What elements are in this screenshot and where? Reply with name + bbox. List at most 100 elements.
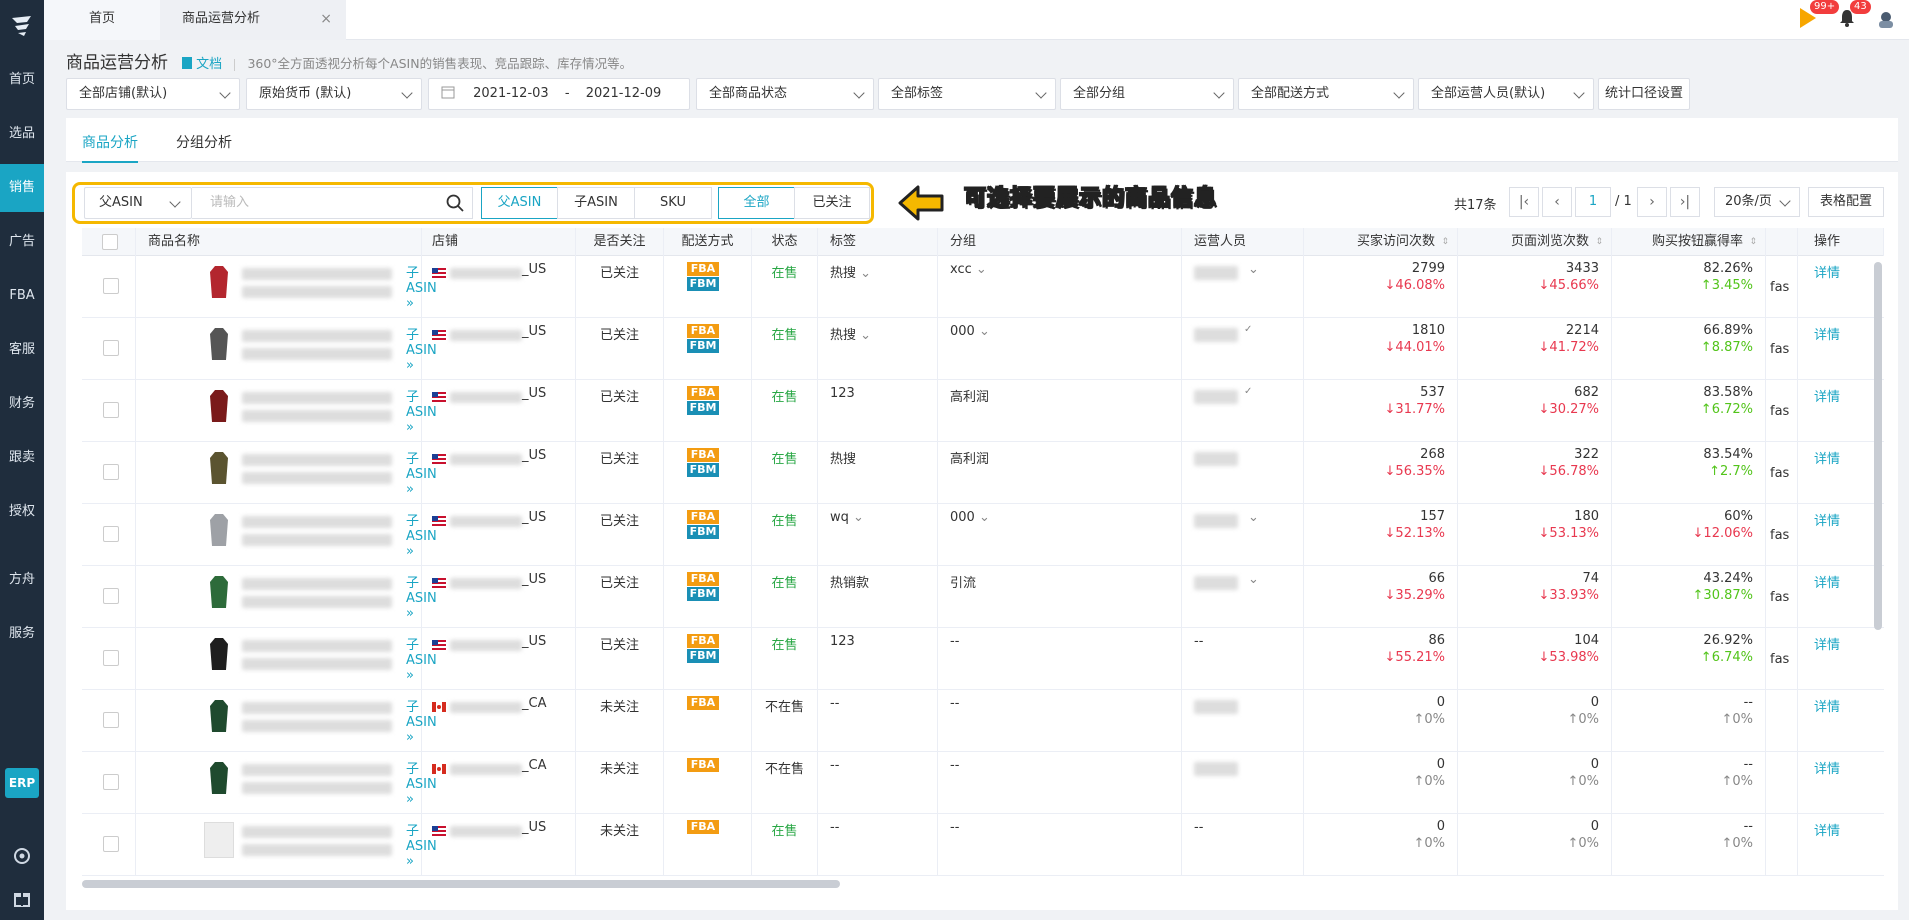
- group-cell[interactable]: 000 ⌄: [938, 318, 1182, 380]
- product-title-blurred[interactable]: [242, 764, 392, 776]
- row-checkbox[interactable]: [103, 774, 119, 790]
- prev-page-icon[interactable]: ‹: [1542, 187, 1572, 217]
- row-checkbox[interactable]: [103, 712, 119, 728]
- row-checkbox[interactable]: [103, 402, 119, 418]
- sidebar-item-0[interactable]: 首页: [0, 56, 44, 104]
- page-size-select[interactable]: 20条/页: [1714, 187, 1800, 217]
- doc-link[interactable]: 文档: [182, 54, 222, 76]
- level-sku-button[interactable]: SKU: [634, 187, 712, 219]
- product-title-blurred[interactable]: [242, 268, 392, 280]
- sort-icon[interactable]: ⇕: [1749, 228, 1757, 256]
- detail-link[interactable]: 详情: [1814, 266, 1840, 281]
- sidebar-item-10[interactable]: 服务: [0, 610, 44, 658]
- detail-link[interactable]: 详情: [1814, 576, 1840, 591]
- select-all-checkbox[interactable]: [102, 234, 118, 250]
- operator-cell[interactable]: [1182, 690, 1304, 752]
- chevron-down-icon[interactable]: ⌄: [856, 266, 871, 281]
- product-title-blurred[interactable]: [242, 392, 392, 404]
- tag-cell[interactable]: 热搜 ⌄: [818, 318, 938, 380]
- date-start[interactable]: 2021-12-03: [473, 86, 549, 101]
- tab-home[interactable]: 首页: [44, 0, 160, 40]
- chevron-down-icon[interactable]: ⌄: [972, 262, 987, 277]
- product-title-blurred[interactable]: [242, 826, 392, 838]
- sidebar-item-5[interactable]: 客服: [0, 326, 44, 374]
- tag-filter[interactable]: 全部标签: [878, 78, 1056, 110]
- operator-cell[interactable]: ⌄: [1182, 504, 1304, 566]
- chevron-down-icon[interactable]: ⌄: [856, 328, 871, 343]
- col-views[interactable]: 页面浏览次数 ⇕: [1458, 228, 1612, 256]
- chevron-down-icon[interactable]: ⌄: [849, 510, 864, 525]
- product-title-blurred[interactable]: [242, 516, 392, 528]
- follow-all-button[interactable]: 全部: [718, 187, 795, 219]
- close-icon[interactable]: ×: [320, 0, 332, 38]
- operator-cell[interactable]: [1182, 442, 1304, 504]
- product-thumbnail[interactable]: [204, 450, 234, 486]
- app-logo-icon[interactable]: [9, 14, 35, 38]
- row-checkbox[interactable]: [103, 588, 119, 604]
- detail-link[interactable]: 详情: [1814, 824, 1840, 839]
- erp-button[interactable]: ERP: [5, 768, 39, 798]
- tab-product-analysis-content[interactable]: 商品分析: [82, 132, 138, 163]
- support-icon[interactable]: [12, 846, 32, 866]
- row-checkbox[interactable]: [103, 526, 119, 542]
- date-range-picker[interactable]: 2021-12-03 - 2021-12-09: [428, 78, 690, 110]
- product-title-blurred[interactable]: [242, 640, 392, 652]
- sort-icon[interactable]: ⇕: [1595, 228, 1603, 256]
- gift-icon[interactable]: [12, 888, 32, 908]
- group-cell[interactable]: xcc ⌄: [938, 256, 1182, 318]
- store-filter[interactable]: 全部店铺(默认): [66, 78, 240, 110]
- shipping-filter[interactable]: 全部配送方式: [1238, 78, 1414, 110]
- avatar[interactable]: [1876, 10, 1896, 28]
- next-page-icon[interactable]: ›: [1637, 187, 1667, 217]
- detail-link[interactable]: 详情: [1814, 700, 1840, 715]
- chevron-down-icon[interactable]: ⌄: [975, 510, 990, 525]
- tag-cell[interactable]: wq ⌄: [818, 504, 938, 566]
- product-thumbnail[interactable]: [204, 698, 234, 734]
- product-thumbnail[interactable]: [204, 512, 234, 548]
- col-buybox[interactable]: 购买按钮赢得率 ⇕: [1612, 228, 1766, 256]
- product-title-blurred[interactable]: [242, 454, 392, 466]
- sort-icon[interactable]: ⇕: [1441, 228, 1449, 256]
- stat-config-button[interactable]: 统计口径设置: [1598, 78, 1690, 110]
- sidebar-item-1[interactable]: 选品: [0, 110, 44, 158]
- detail-link[interactable]: 详情: [1814, 452, 1840, 467]
- chevron-down-icon[interactable]: ⌄: [1248, 572, 1259, 587]
- level-parent-asin-button[interactable]: 父ASIN: [481, 187, 558, 219]
- row-checkbox[interactable]: [103, 650, 119, 666]
- group-cell[interactable]: 000 ⌄: [938, 504, 1182, 566]
- row-checkbox[interactable]: [103, 836, 119, 852]
- tab-product-analysis[interactable]: 商品运营分析 ×: [160, 0, 346, 40]
- tag-cell[interactable]: 热搜 ⌄: [818, 256, 938, 318]
- operator-cell[interactable]: [1182, 752, 1304, 814]
- product-status-filter[interactable]: 全部商品状态: [696, 78, 874, 110]
- product-thumbnail[interactable]: [204, 388, 234, 424]
- chevron-down-icon[interactable]: ⌄: [1248, 510, 1259, 525]
- detail-link[interactable]: 详情: [1814, 638, 1840, 653]
- detail-link[interactable]: 详情: [1814, 762, 1840, 777]
- search-input[interactable]: 请输入: [192, 187, 473, 219]
- product-title-blurred[interactable]: [242, 578, 392, 590]
- asin-level-select[interactable]: 父ASIN: [84, 187, 192, 219]
- chevron-down-icon[interactable]: ⌄: [1248, 262, 1259, 277]
- table-config-button[interactable]: 表格配置: [1808, 187, 1884, 217]
- sidebar-item-2[interactable]: 销售: [0, 164, 44, 212]
- group-filter[interactable]: 全部分组: [1060, 78, 1234, 110]
- col-visits[interactable]: 买家访问次数 ⇕: [1304, 228, 1458, 256]
- sidebar-item-7[interactable]: 跟卖: [0, 434, 44, 482]
- currency-filter[interactable]: 原始货币 (默认): [246, 78, 422, 110]
- product-thumbnail[interactable]: [204, 636, 234, 672]
- operator-cell[interactable]: ✓: [1182, 380, 1304, 442]
- follow-followed-button[interactable]: 已关注: [794, 187, 870, 219]
- sidebar-item-4[interactable]: FBA: [0, 272, 44, 320]
- last-page-icon[interactable]: ›|: [1670, 187, 1700, 217]
- operator-cell[interactable]: ⌄: [1182, 256, 1304, 318]
- operator-cell[interactable]: --: [1182, 628, 1304, 690]
- sidebar-item-9[interactable]: 方舟: [0, 556, 44, 604]
- product-image-placeholder-icon[interactable]: [204, 822, 234, 858]
- product-thumbnail[interactable]: [204, 760, 234, 796]
- row-checkbox[interactable]: [103, 278, 119, 294]
- product-thumbnail[interactable]: [204, 264, 234, 300]
- vertical-scrollbar[interactable]: [1874, 262, 1882, 630]
- sidebar-item-6[interactable]: 财务: [0, 380, 44, 428]
- level-child-asin-button[interactable]: 子ASIN: [557, 187, 635, 219]
